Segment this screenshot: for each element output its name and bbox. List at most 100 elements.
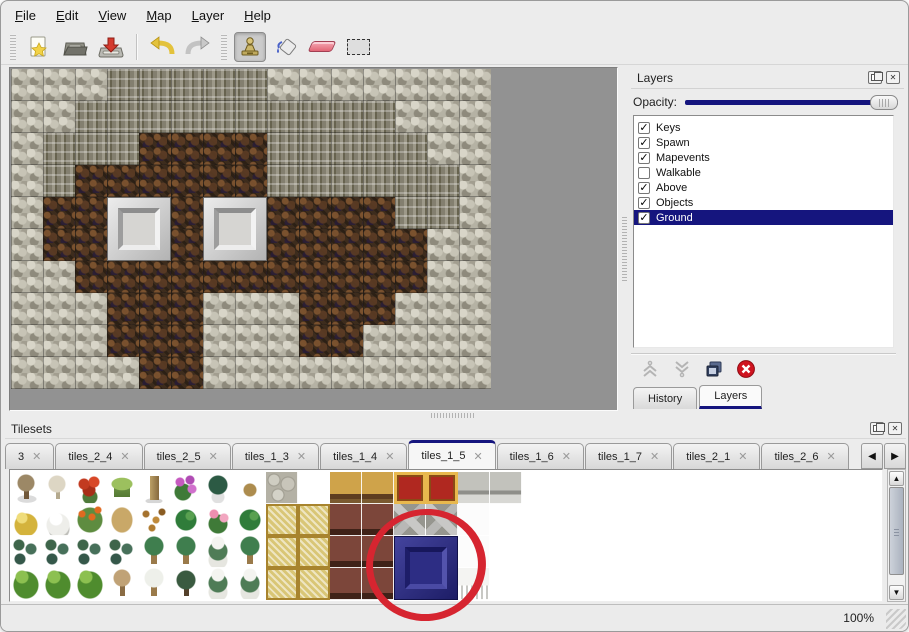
save-file-button[interactable] [95,32,127,62]
tileset-tile-tan-rug-tile[interactable] [298,568,330,600]
tileset-tile-maroon-cushion-tile[interactable] [362,568,394,600]
map-tile-scale-rock-ground[interactable] [459,133,491,165]
map-tile-brown-shingle-floor[interactable] [363,197,395,229]
menu-file[interactable]: File [5,3,46,28]
map-tile-brown-shingle-floor[interactable] [75,197,107,229]
map-tile-scale-rock-ground[interactable] [11,325,43,357]
map-tile-scale-rock-ground[interactable] [267,293,299,325]
map-tile-brown-shingle-floor[interactable] [267,229,299,261]
map-tile-scale-rock-ground[interactable] [427,325,459,357]
menu-edit[interactable]: Edit [46,3,88,28]
map-tile-scale-rock-ground[interactable] [267,325,299,357]
layers-panel-titlebar[interactable]: Layers ✕ [631,67,904,89]
tileset-tile-gray-beam-tile[interactable] [426,504,458,536]
map-tile-scale-rock-ground[interactable] [203,293,235,325]
map-tile-scale-rock-ground[interactable] [235,357,267,389]
menu-view[interactable]: View [88,3,136,28]
tileset-tile-scattered-leaves[interactable] [138,504,170,536]
tileset-tile-stone-cobble-tile[interactable] [266,472,298,504]
map-tile-scale-rock-ground[interactable] [459,261,491,293]
map-tile-brown-shingle-floor[interactable] [171,229,203,261]
map-tile-scale-rock-ground[interactable] [427,229,459,261]
map-tile-brown-shingle-floor[interactable] [139,293,171,325]
map-tile-scale-rock-ground[interactable] [363,325,395,357]
map-tile-cliff-rock[interactable] [75,101,107,133]
tab-close-icon[interactable]: ✕ [473,450,482,463]
map-tile-scale-rock-ground[interactable] [203,357,235,389]
map-tile-cliff-rock[interactable] [235,101,267,133]
menu-help[interactable]: Help [234,3,281,28]
map-tile-scale-rock-ground[interactable] [459,293,491,325]
map-tile-cliff-rock[interactable] [299,165,331,197]
tileset-tab-tiles_1_5[interactable]: tiles_1_5✕ [408,440,495,469]
tileset-tile-snowy-palm[interactable] [138,568,170,600]
map-tile-scale-rock-ground[interactable] [75,293,107,325]
map-tile-cliff-rock[interactable] [331,165,363,197]
map-tile-cliff-rock[interactable] [171,101,203,133]
splitter-grip[interactable] [622,217,627,281]
map-tile-cliff-rock[interactable] [139,69,171,101]
tileset-tile-small-bushes[interactable] [10,536,42,568]
tileset-tile-empty[interactable] [298,472,330,504]
map-tile-scale-rock-ground[interactable] [235,325,267,357]
tab-close-icon[interactable]: ✕ [297,450,306,463]
tileset-tile-dry-plant[interactable] [234,472,266,504]
tab-close-icon[interactable]: ✕ [738,450,747,463]
map-tile-scale-rock-ground[interactable] [43,69,75,101]
float-panel-button[interactable] [870,422,884,435]
map-tile-scale-rock-ground[interactable] [11,101,43,133]
map-tile-brown-shingle-floor[interactable] [363,261,395,293]
map-tile-scale-rock-ground[interactable] [11,197,43,229]
tileset-tile-white-tile[interactable] [458,504,490,536]
map-tile-scale-rock-ground[interactable] [43,101,75,133]
tileset-tile-lily-pad[interactable] [234,504,266,536]
map-tile-brown-shingle-floor[interactable] [363,229,395,261]
tileset-tab-3[interactable]: 3✕ [5,443,54,469]
tileset-tile-tan-rug-tile[interactable] [266,504,298,536]
eraser-tool-button[interactable] [306,32,338,62]
map-tile-cliff-rock[interactable] [267,165,299,197]
map-tile-brown-shingle-floor[interactable] [139,357,171,389]
map-tile-scale-rock-ground[interactable] [363,357,395,389]
vertical-splitter[interactable] [619,67,630,411]
map-tile-brown-shingle-floor[interactable] [235,261,267,293]
dock-tab-history[interactable]: History [633,387,697,409]
tileset-tile-maroon-cushion-tile[interactable] [362,504,394,536]
map-tile-cliff-rock[interactable] [203,101,235,133]
map-tile-scale-rock-ground[interactable] [459,165,491,197]
map-tile-cliff-rock[interactable] [395,133,427,165]
map-tile-cliff-rock[interactable] [107,69,139,101]
map-tile-scale-rock-ground[interactable] [331,357,363,389]
layer-checkbox[interactable]: ✓ [638,182,650,194]
tileset-tile-purple-flowers[interactable] [170,472,202,504]
map-tile-scale-rock-ground[interactable] [75,325,107,357]
map-tile-brown-shingle-floor[interactable] [267,197,299,229]
map-tile-brown-shingle-floor[interactable] [267,261,299,293]
map-tile-brown-shingle-floor[interactable] [299,293,331,325]
tileset-tile-small-bushes[interactable] [106,536,138,568]
map-tile-scale-rock-ground[interactable] [11,133,43,165]
map-tile-cliff-rock[interactable] [331,133,363,165]
tileset-tab-tiles_2_4[interactable]: tiles_2_4✕ [55,443,142,469]
tileset-tab-tiles_1_3[interactable]: tiles_1_3✕ [232,443,319,469]
map-tile-cliff-rock[interactable] [267,101,299,133]
tileset-tile-silver-tile[interactable] [458,472,490,504]
map-tile-brown-shingle-floor[interactable] [203,165,235,197]
splitter-grip[interactable] [431,413,475,418]
tileset-tile-palm-tree[interactable] [138,536,170,568]
map-tile-brown-shingle-floor[interactable] [107,325,139,357]
map-tile-cliff-rock[interactable] [107,133,139,165]
map-tile-brown-shingle-floor[interactable] [395,261,427,293]
tileset-tile-tan-spire[interactable] [138,472,170,504]
tileset-tile-tan-rug-tile[interactable] [266,568,298,600]
tileset-tile-empty[interactable] [522,536,554,568]
map-tile-scale-rock-ground[interactable] [395,293,427,325]
map-tile-scale-rock-ground[interactable] [11,261,43,293]
tab-close-icon[interactable]: ✕ [827,450,836,463]
map-tile-brown-shingle-floor[interactable] [331,229,363,261]
dock-tab-layers[interactable]: Layers [699,385,762,409]
tileset-tile-snowy-pine[interactable] [234,568,266,600]
layer-checkbox[interactable]: ✓ [638,122,650,134]
tileset-tile-green-stump[interactable] [106,472,138,504]
map-tile-scale-rock-ground[interactable] [459,101,491,133]
